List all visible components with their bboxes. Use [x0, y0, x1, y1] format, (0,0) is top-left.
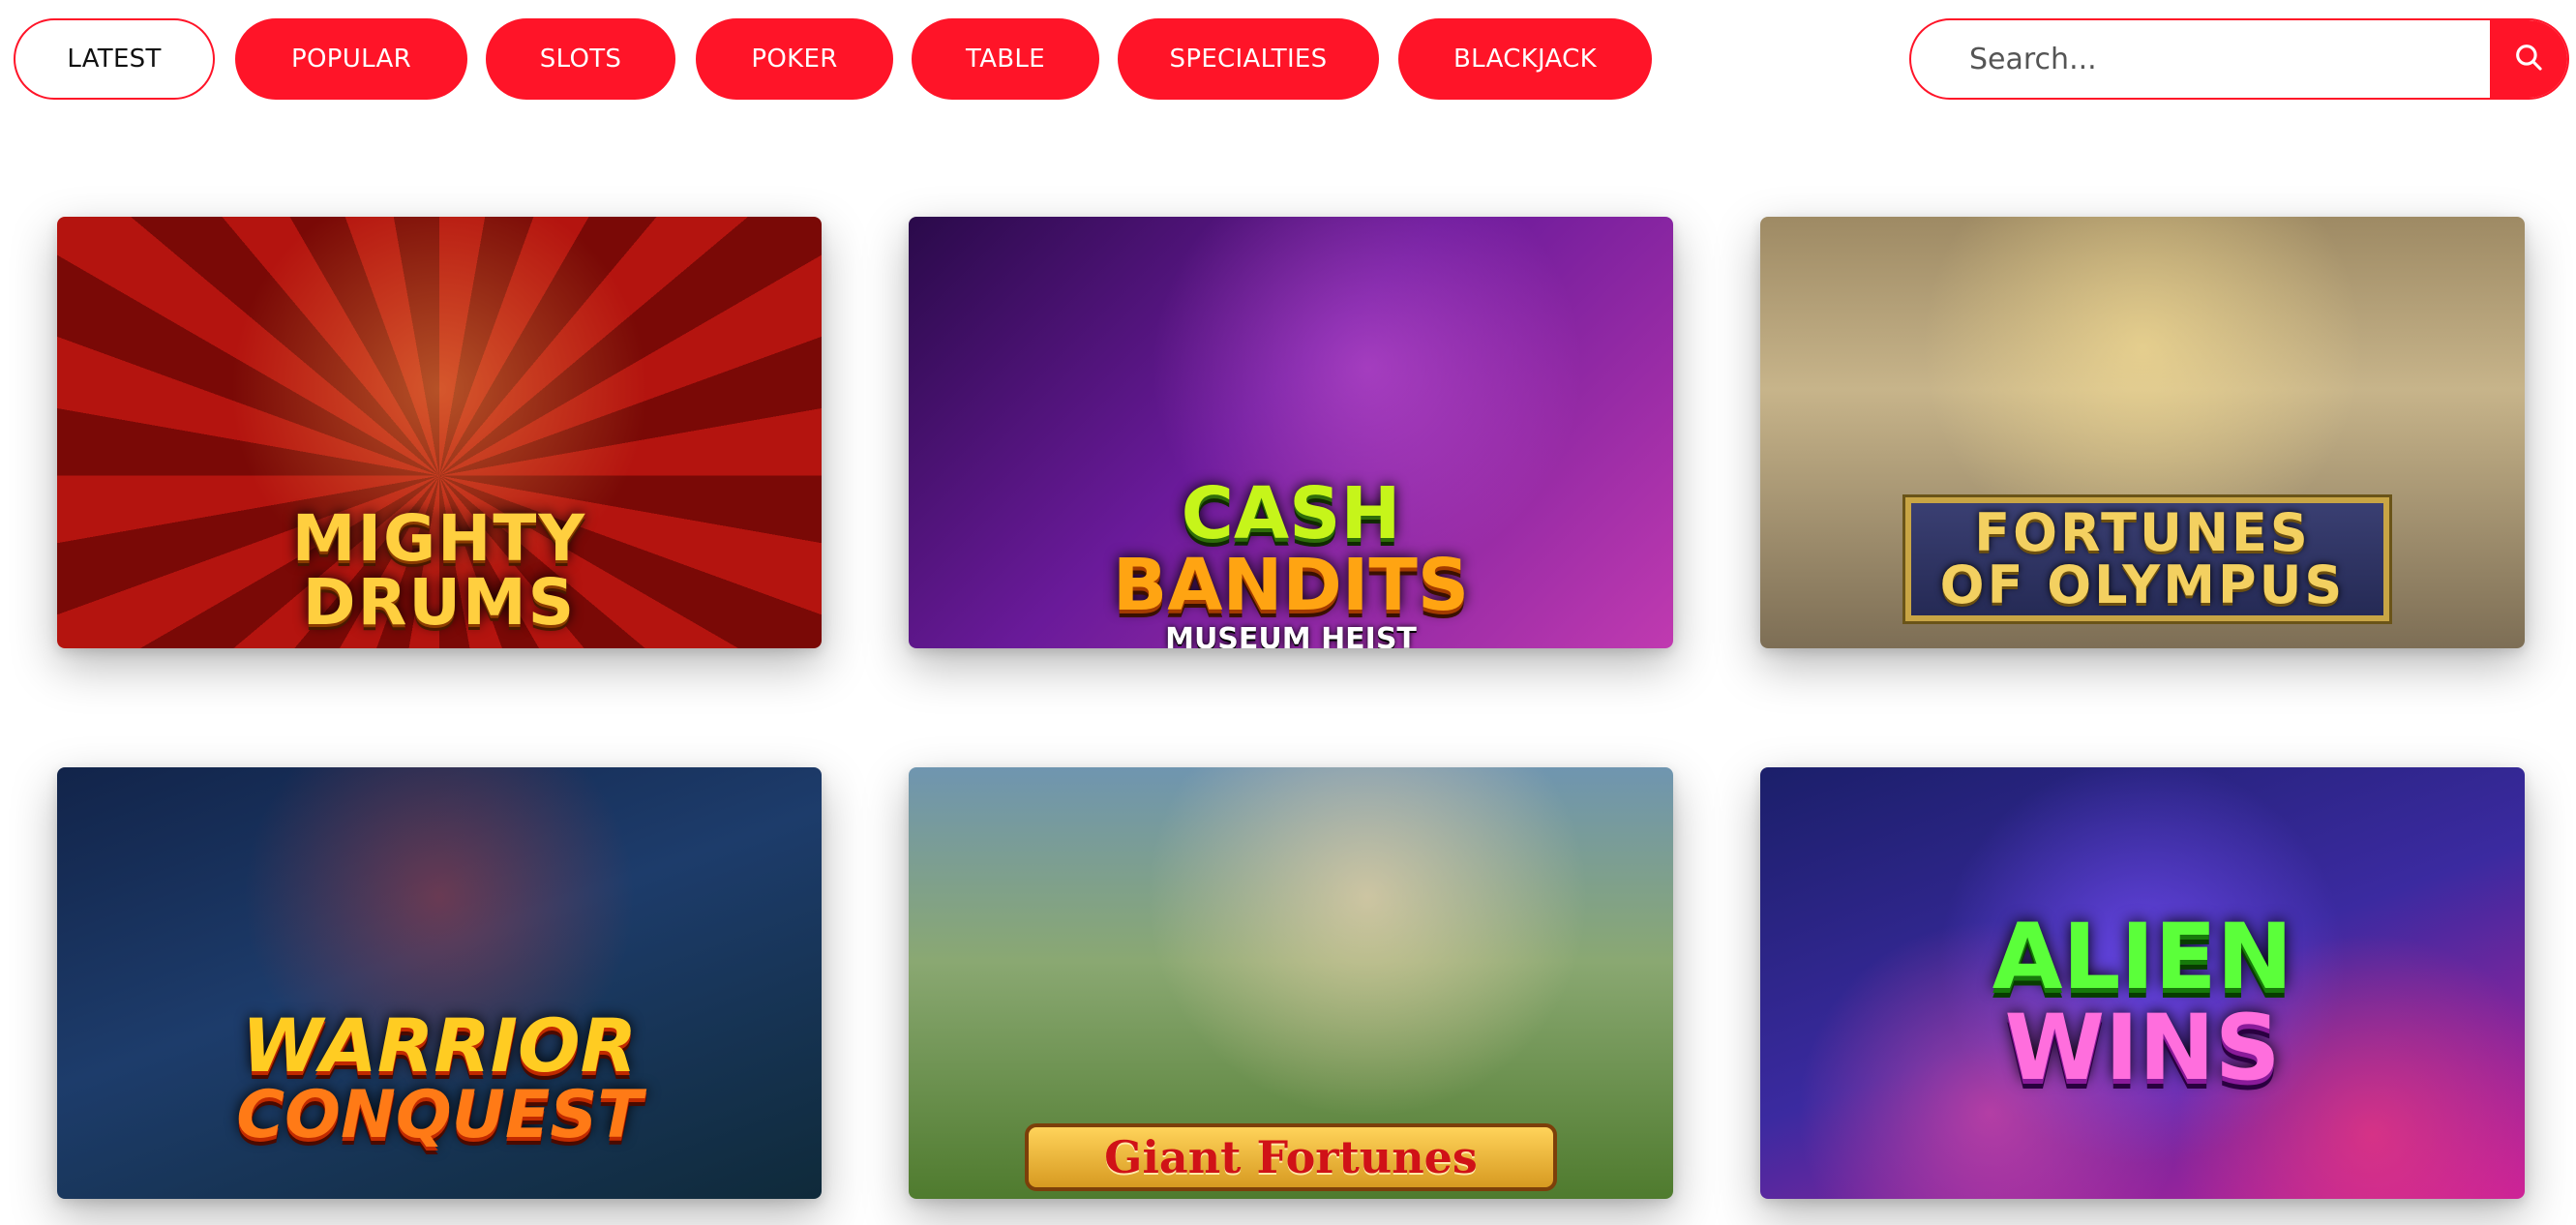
tab-slots[interactable]: SLOTS	[486, 18, 675, 100]
game-title: FORTUNES OF OLYMPUS	[1939, 502, 2346, 615]
tab-table[interactable]: TABLE	[912, 18, 1099, 100]
search-input[interactable]	[1911, 20, 2490, 98]
tab-blackjack[interactable]: BLACKJACK	[1398, 18, 1652, 100]
game-card-giant-fortunes[interactable]: Giant Fortunes	[909, 767, 1673, 1199]
game-title: Giant Fortunes	[1104, 1131, 1478, 1183]
tab-popular[interactable]: POPULAR	[235, 18, 467, 100]
game-title: ALIEN WINS	[1992, 905, 2293, 1101]
game-card-alien-wins[interactable]: ALIEN WINS	[1760, 767, 2525, 1199]
game-title: MIGHTY DRUMS	[291, 501, 587, 640]
game-title: CASH BANDITS MUSEUM HEIST	[909, 478, 1673, 648]
tab-poker[interactable]: POKER	[696, 18, 893, 100]
game-card-fortunes-of-olympus[interactable]: FORTUNES OF OLYMPUS	[1760, 217, 2525, 648]
tab-specialties[interactable]: SPECIALTIES	[1118, 18, 1379, 100]
game-card-cash-bandits[interactable]: CASH BANDITS MUSEUM HEIST	[909, 217, 1673, 648]
game-card-mighty-drums[interactable]: MIGHTY DRUMS	[57, 217, 822, 648]
search-box	[1909, 18, 2569, 100]
tab-latest[interactable]: LATEST	[14, 18, 215, 100]
search-button[interactable]	[2490, 20, 2567, 98]
game-subtitle: MUSEUM HEIST	[1165, 622, 1417, 649]
game-card-warrior-conquest[interactable]: WARRIOR CONQUEST	[57, 767, 822, 1199]
game-title: WARRIOR CONQUEST	[236, 1002, 643, 1153]
search-icon	[2512, 41, 2545, 78]
